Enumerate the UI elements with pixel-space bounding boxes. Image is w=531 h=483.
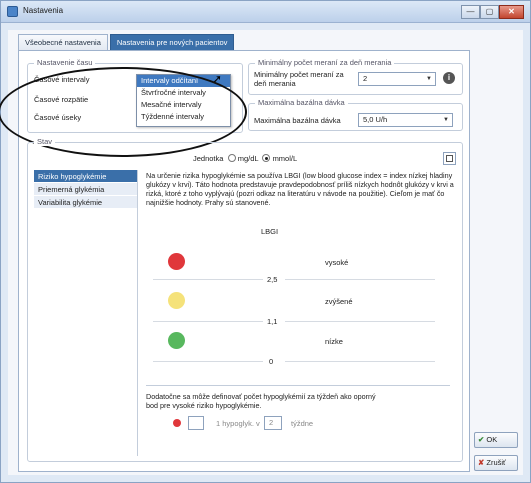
time-intervals-label: Časové intervaly <box>34 75 90 84</box>
min-measurements-label: Minimálny počet meraní za deň merania <box>254 70 344 88</box>
cancel-button[interactable]: ✘ Zrušiť <box>474 455 518 471</box>
time-segments-label: Časové úseky <box>34 113 82 122</box>
threshold-line <box>153 279 263 280</box>
app-icon <box>7 6 18 17</box>
nav-item-hypo-risk[interactable]: Riziko hypoglykémie <box>34 170 137 183</box>
unit-mgdl-label: mg/dL <box>237 154 259 163</box>
cancel-icon: ✘ <box>478 458 485 467</box>
max-basal-legend: Maximálna bazálna dávka <box>255 98 348 107</box>
dropdown-option-monthly[interactable]: Mesačné intervaly <box>137 99 230 111</box>
hypo-marker-dot <box>173 419 181 427</box>
additional-hypo-text: Dodatočne sa môže definovať počet hypogl… <box>146 392 376 410</box>
high-risk-label: vysoké <box>325 258 349 267</box>
max-basal-select[interactable]: 5,0 U/h ▼ <box>358 113 453 127</box>
ok-button[interactable]: ✔ OK <box>474 432 518 448</box>
threshold-2-5: 2,5 <box>267 275 278 284</box>
cancel-label: Zrušiť <box>486 458 506 467</box>
weeks-input[interactable]: 2 <box>264 416 282 430</box>
time-settings-legend: Nastavenie času <box>34 58 96 67</box>
high-risk-dot <box>168 253 185 270</box>
window-controls: — ▢ ✕ <box>461 5 524 19</box>
hypo-count-input[interactable] <box>188 416 204 430</box>
ok-label: OK <box>486 435 498 444</box>
mouse-cursor-icon: ➚ <box>212 72 223 86</box>
elevated-risk-label: zvýšené <box>325 297 353 306</box>
state-nav: Riziko hypoglykémie Priemerná glykémia V… <box>34 170 138 456</box>
chevron-down-icon: ▼ <box>443 117 449 123</box>
weeks-label: týždne <box>291 419 314 428</box>
expand-icon[interactable] <box>443 152 456 165</box>
weeks-value: 2 <box>269 418 274 427</box>
unit-label: Jednotka <box>193 154 224 163</box>
low-risk-dot <box>168 332 185 349</box>
chevron-down-icon: ▼ <box>426 76 432 82</box>
nav-item-avg-glycemia[interactable]: Priemerná glykémia <box>34 183 137 196</box>
window-title: Nastavenia <box>23 6 64 15</box>
low-risk-label: nízke <box>325 337 343 346</box>
threshold-line <box>285 279 435 280</box>
unit-radio-mmoll[interactable] <box>262 154 271 162</box>
threshold-line <box>285 361 435 362</box>
dropdown-option-weekly[interactable]: Týždenné intervaly <box>137 111 230 123</box>
min-measurements-legend: Minimálny počet meraní za deň merania <box>255 58 395 67</box>
time-span-label: Časové rozpätie <box>34 95 89 104</box>
min-measurements-value: 2 <box>363 74 368 83</box>
state-legend: Stav <box>34 137 56 146</box>
divider <box>146 385 450 386</box>
threshold-line <box>153 321 263 322</box>
elevated-risk-dot <box>168 292 185 309</box>
ok-icon: ✔ <box>478 435 485 444</box>
tab-general-settings[interactable]: Všeobecné nastavenia <box>18 34 108 50</box>
max-basal-label: Maximálna bazálna dávka <box>254 116 341 125</box>
lbgi-title: LBGI <box>261 227 279 236</box>
unit-row: Jednotka mg/dL mmol/L <box>193 154 297 163</box>
close-button[interactable]: ✕ <box>499 5 524 19</box>
unit-mmoll-label: mmol/L <box>272 154 298 163</box>
unit-radio-mgdl[interactable] <box>227 154 236 162</box>
hypo-count-suffix: 1 hypoglyk. v <box>216 419 260 428</box>
threshold-line <box>285 321 435 322</box>
dropdown-option-quarterly[interactable]: Štvrťročné intervaly <box>137 87 230 99</box>
maximize-button[interactable]: ▢ <box>480 5 499 19</box>
min-measurements-select[interactable]: 2 ▼ <box>358 72 436 86</box>
info-icon[interactable]: i <box>443 72 455 84</box>
lbgi-scale: LBGI vysoké 2,5 zvýšené 1,1 nízke 0 <box>143 227 447 375</box>
tab-strip: Všeobecné nastavenia Nastavenia pre nový… <box>18 34 235 50</box>
threshold-line <box>153 361 263 362</box>
max-basal-value: 5,0 U/h <box>363 115 388 124</box>
nav-item-glycemia-variability[interactable]: Variabilita glykémie <box>34 196 137 209</box>
lbgi-description: Na určenie rizika hypoglykémie sa použív… <box>146 171 454 207</box>
threshold-0: 0 <box>269 357 274 366</box>
minimize-button[interactable]: — <box>461 5 480 19</box>
threshold-1-1: 1,1 <box>267 317 278 326</box>
title-bar: Nastavenia — ▢ ✕ <box>1 1 530 23</box>
tab-new-patient-settings[interactable]: Nastavenia pre nových pacientov <box>109 34 235 50</box>
